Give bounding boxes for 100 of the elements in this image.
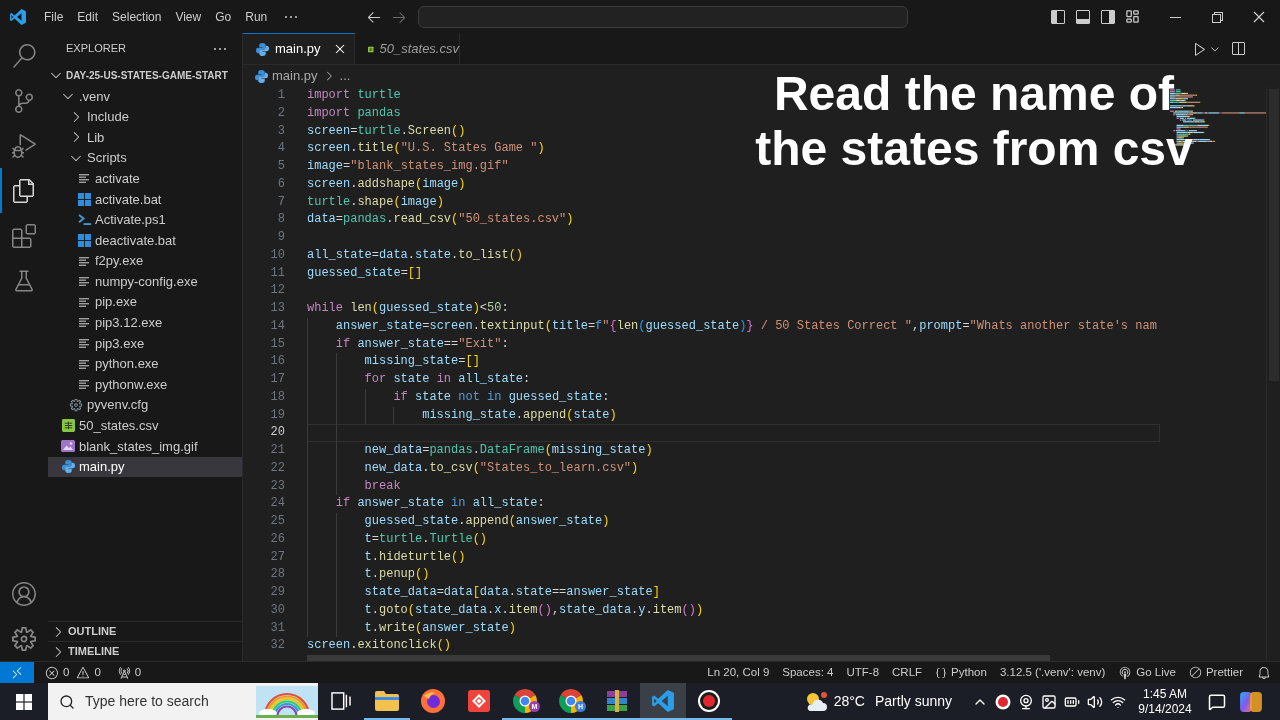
sidebar-title: EXPLORER — [66, 41, 126, 57]
chrome-icon — [513, 688, 537, 713]
diamond-app-icon — [468, 689, 490, 712]
line-number: 14 — [269, 317, 285, 335]
left-sidebar-icon[interactable] — [1050, 8, 1066, 25]
lines-icon — [79, 359, 89, 369]
play-icon[interactable] — [1192, 40, 1208, 57]
indentation-setting[interactable]: Spaces: 4 — [777, 662, 839, 683]
settings-icon[interactable] — [12, 626, 36, 651]
menu-item[interactable]: Edit — [70, 5, 106, 28]
split-editor-icon[interactable] — [1230, 40, 1246, 57]
tree-item[interactable]: main.py — [48, 456, 242, 478]
go-live-button[interactable]: Go Live — [1113, 662, 1181, 683]
folder-item[interactable]: Lib — [48, 127, 242, 148]
interpreter-selector[interactable]: 3.12.5 ('.venv': venv) — [994, 662, 1111, 683]
broadcast-icon — [1118, 665, 1133, 680]
folder-item[interactable]: Include — [48, 106, 242, 128]
webcam-icon[interactable] — [1018, 693, 1034, 710]
bottom-panel-icon[interactable] — [1075, 8, 1091, 25]
windows-icon — [77, 233, 91, 247]
code-line: if state not in guessed_state: — [393, 388, 610, 406]
menu-item[interactable]: Selection — [105, 5, 169, 28]
clock[interactable]: 1:45 AM 9/14/2024 — [1134, 686, 1196, 717]
menu-item[interactable]: Run — [238, 5, 275, 28]
line-number: 7 — [276, 193, 285, 211]
tree-item[interactable]: pip3.exe — [48, 333, 242, 354]
code-line: screen.addshape(image) — [307, 175, 466, 193]
notification-icon[interactable] — [1208, 692, 1226, 711]
right-sidebar-icon[interactable] — [1100, 8, 1116, 25]
folder-item[interactable]: .venv — [48, 86, 242, 107]
grid-layout-icon[interactable] — [1125, 9, 1140, 24]
code-line: missing_state.append(state) — [422, 406, 617, 424]
line-number: 29 — [269, 584, 285, 601]
tree-item[interactable]: pythonw.exe — [48, 374, 242, 395]
editor-tab[interactable]: 50_states.csv — [355, 33, 460, 64]
tree-item[interactable]: numpy-config.exe — [48, 271, 242, 292]
cursor-position[interactable]: Ln 20, Col 9 — [702, 662, 775, 683]
search-input[interactable]: Type here to search — [85, 691, 235, 712]
taskbar-search-field[interactable]: Type here to search — [48, 683, 318, 720]
tree-item[interactable]: blank_states_img.gif — [48, 436, 242, 457]
menu-item[interactable]: File — [37, 5, 71, 28]
tree-item[interactable]: python.exe — [48, 353, 242, 375]
lines-icon — [79, 277, 89, 287]
line-number: 4 — [276, 140, 285, 158]
tree-item[interactable]: f2py.exe — [48, 250, 242, 272]
tree-item[interactable]: 50_states.csv — [48, 415, 242, 437]
code-line: t=turtle.Turtle() — [364, 530, 488, 548]
encoding-setting[interactable]: UTF-8 — [841, 662, 885, 683]
bell-icon[interactable] — [1257, 665, 1271, 680]
line-number: 30 — [269, 601, 285, 619]
code-line: missing_state=[] — [364, 353, 480, 371]
code-line: t.write(answer_state) — [364, 619, 516, 637]
record-icon[interactable] — [995, 693, 1011, 710]
line-number: 15 — [269, 335, 285, 353]
lines-icon — [79, 380, 89, 390]
weather-widget[interactable]: 28°C Partly sunny — [799, 683, 958, 720]
line-number: 28 — [269, 566, 285, 584]
problems-button[interactable]: 0 0 — [40, 662, 106, 683]
line-number: 25 — [269, 513, 285, 530]
language-mode[interactable]: Python — [930, 662, 992, 683]
image-icon[interactable] — [1041, 693, 1057, 710]
ports-button[interactable]: 0 — [111, 662, 147, 683]
menu-item[interactable]: Go — [208, 5, 239, 28]
branch-icon — [12, 88, 36, 113]
code-line: guessed_state=[] — [307, 264, 423, 282]
line-number: 27 — [269, 548, 285, 566]
breadcrumb-item[interactable]: ... — [339, 66, 351, 86]
line-ending-setting[interactable]: CRLF — [887, 662, 928, 683]
tree-item[interactable]: Activate.ps1 — [48, 209, 242, 231]
code-line: import turtle — [307, 87, 401, 104]
menu-item[interactable]: View — [168, 5, 209, 28]
code-editor-icon — [652, 689, 674, 712]
account-icon[interactable] — [12, 581, 36, 606]
assistant-icon[interactable] — [1240, 691, 1262, 712]
line-number: 22 — [269, 459, 285, 477]
command-center-field[interactable] — [418, 5, 909, 28]
tree-item[interactable]: pip3.12.exe — [48, 312, 242, 334]
remote-icon — [10, 665, 24, 680]
tree-item[interactable]: pyvenv.cfg — [48, 394, 242, 416]
tree-item[interactable]: deactivate.bat — [48, 230, 242, 251]
editor-tab[interactable]: main.py — [243, 33, 355, 64]
tree-item[interactable]: activate — [48, 168, 242, 189]
folder-item[interactable]: Scripts — [48, 147, 242, 169]
line-number: 16 — [269, 353, 285, 371]
section-header[interactable]: OUTLINE — [48, 621, 242, 641]
line-number: 12 — [269, 282, 285, 300]
folder-icon — [375, 690, 399, 711]
python-icon — [61, 460, 75, 474]
folder-header[interactable]: DAY-25-US-STATES-GAME-START — [48, 64, 242, 86]
formatter-status[interactable]: Prettier — [1183, 662, 1248, 683]
breadcrumb-item[interactable]: main.py — [272, 66, 318, 86]
tree-item[interactable]: activate.bat — [48, 188, 242, 210]
horizontal-scrollbar-thumb[interactable] — [307, 655, 1050, 661]
speaker-icon[interactable] — [1087, 693, 1103, 710]
line-number: 19 — [269, 406, 285, 424]
search-icon — [59, 693, 75, 710]
line-number: 24 — [269, 495, 285, 513]
tree-item[interactable]: pip.exe — [48, 291, 242, 313]
video-caption: Read the name of the states from csv — [754, 66, 1194, 176]
line-number: 21 — [269, 442, 285, 459]
